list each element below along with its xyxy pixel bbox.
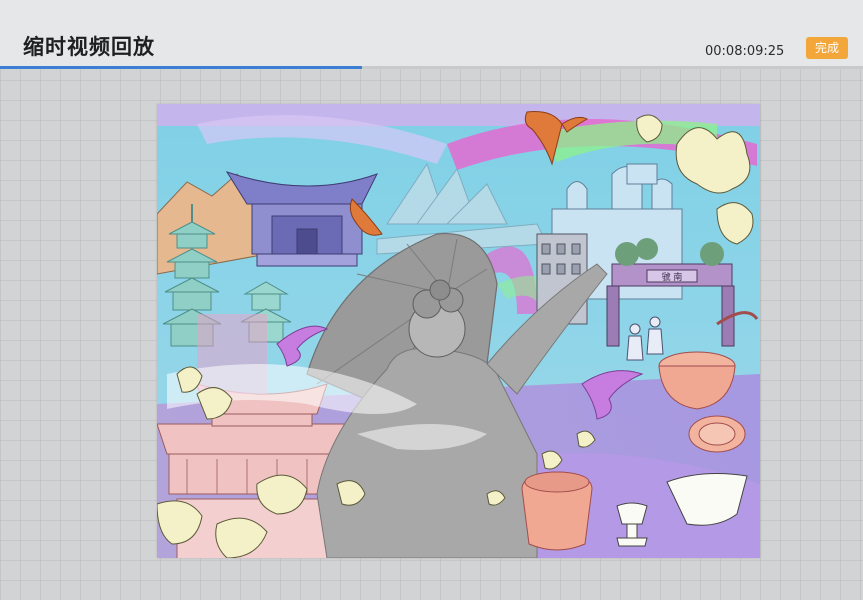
top-bar: 缩时视频回放 00:08:09:25 完成 xyxy=(0,0,863,66)
artwork-canvas: 虢 南 xyxy=(157,104,760,558)
page-title: 缩时视频回放 xyxy=(23,35,155,59)
archway-sign: 虢 南 xyxy=(662,271,683,283)
artwork-illustration: 虢 南 xyxy=(157,104,760,558)
done-button[interactable]: 完成 xyxy=(806,37,848,59)
playback-progress-bar[interactable] xyxy=(0,66,863,69)
playback-progress-fill xyxy=(0,66,363,69)
timecode: 00:08:09:25 xyxy=(705,44,785,59)
